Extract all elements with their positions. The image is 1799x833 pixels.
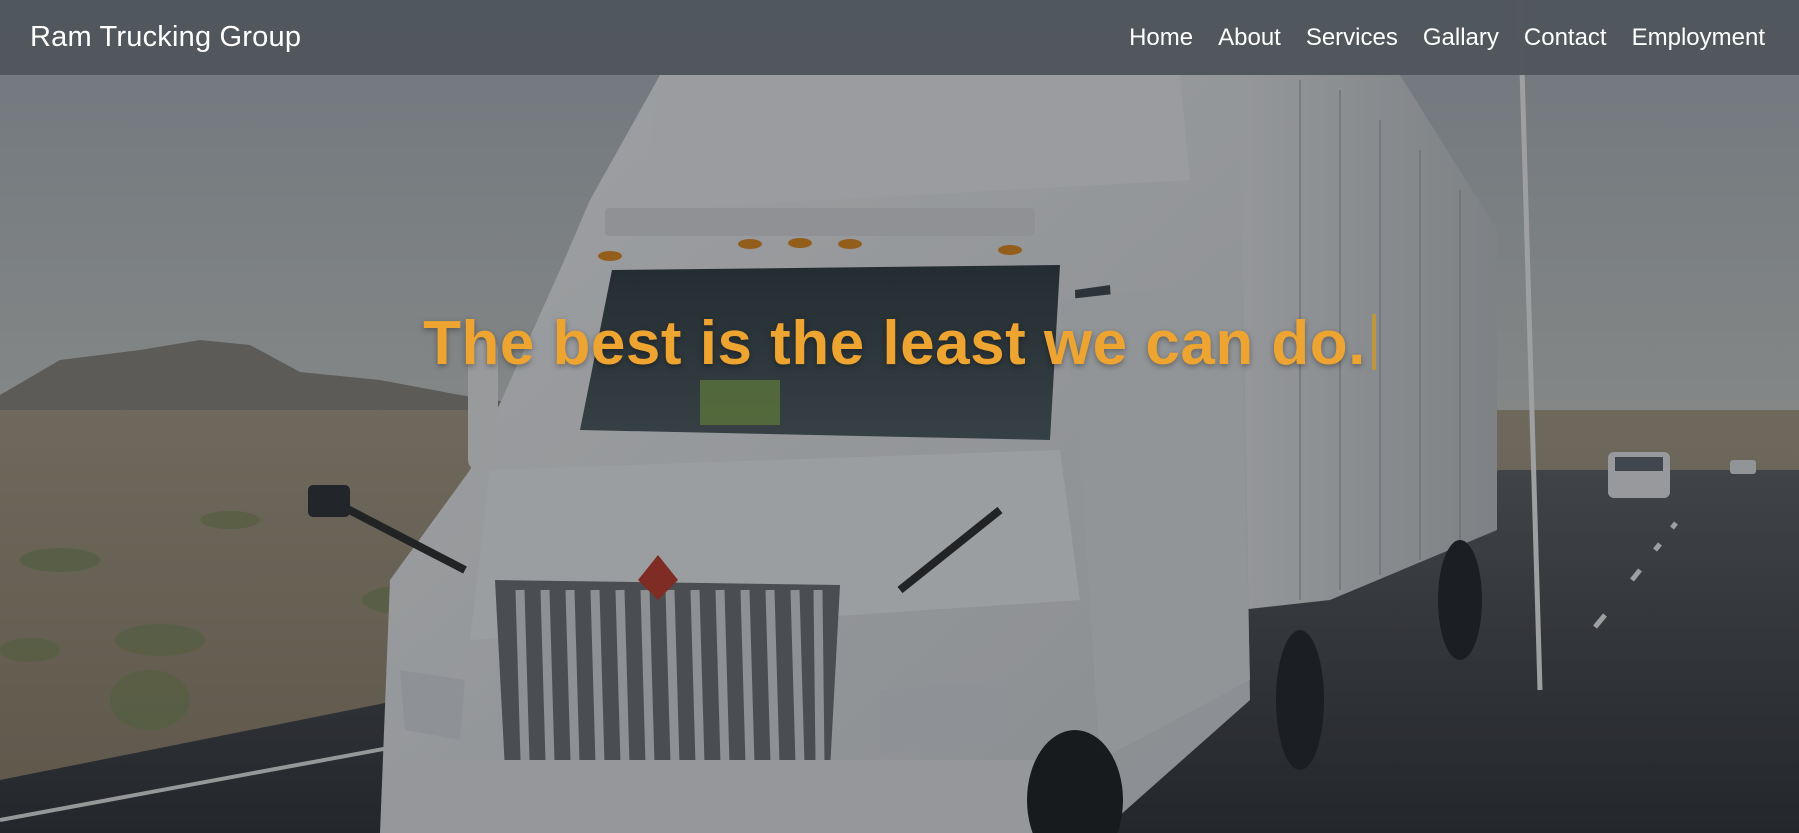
nav-link-about[interactable]: About (1218, 24, 1281, 51)
hero-headline-text: The best is the least we can do. (423, 309, 1366, 378)
nav-item-gallery: Gallary (1423, 24, 1499, 52)
nav-item-home: Home (1129, 24, 1193, 52)
nav-links: Home About Services Gallary Contact Empl… (1104, 24, 1765, 52)
nav-item-contact: Contact (1524, 24, 1607, 52)
nav-link-employment[interactable]: Employment (1632, 24, 1765, 51)
nav-item-about: About (1218, 24, 1281, 52)
navbar: Ram Trucking Group Home About Services G… (0, 0, 1799, 75)
hero-headline: The best is the least we can do. (423, 308, 1376, 379)
hero-background-image (0, 0, 1799, 833)
hero-overlay (0, 0, 1799, 833)
page: Ram Trucking Group Home About Services G… (0, 0, 1799, 833)
nav-item-employment: Employment (1632, 24, 1765, 52)
nav-link-services[interactable]: Services (1306, 24, 1398, 51)
typing-caret (1371, 314, 1376, 370)
nav-link-gallery[interactable]: Gallary (1423, 24, 1499, 51)
hero-headline-container: The best is the least we can do. (0, 308, 1799, 379)
nav-link-home[interactable]: Home (1129, 24, 1193, 51)
brand-link[interactable]: Ram Trucking Group (30, 21, 301, 54)
nav-item-services: Services (1306, 24, 1398, 52)
nav-link-contact[interactable]: Contact (1524, 24, 1607, 51)
